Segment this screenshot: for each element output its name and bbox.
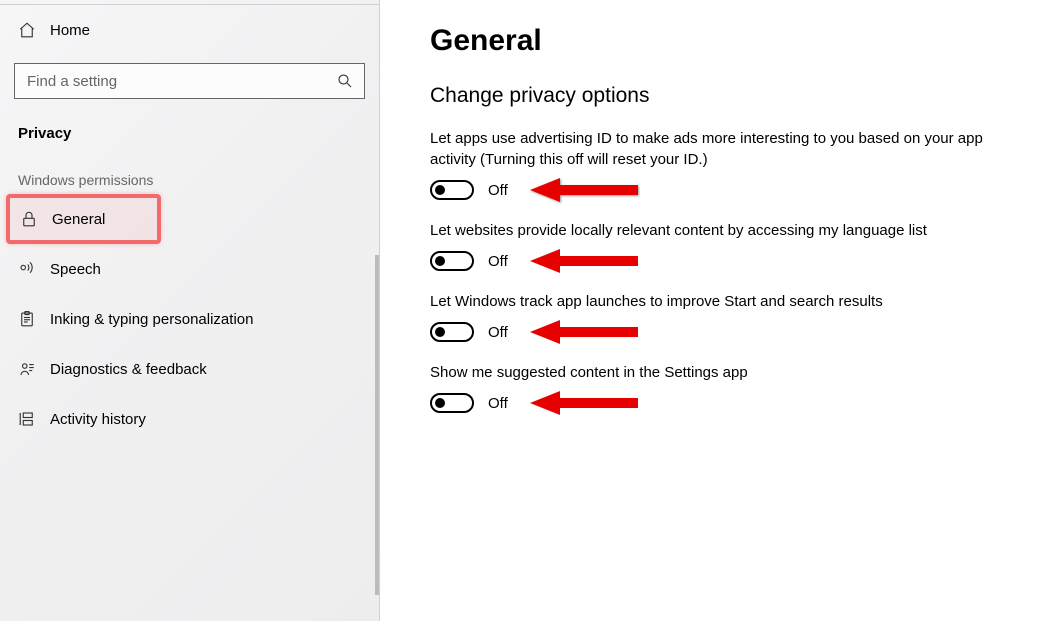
home-icon (18, 21, 36, 39)
toggle-suggested-content[interactable] (430, 393, 474, 413)
sidebar-item-general[interactable]: General (10, 198, 157, 240)
search-input-container[interactable] (14, 63, 365, 99)
toggle-state-label: Off (488, 253, 508, 270)
activity-history-icon (18, 410, 36, 428)
sidebar-item-inking-label: Inking & typing personalization (50, 311, 253, 328)
setting-advertising-id: Let apps use advertising ID to make ads … (430, 128, 1010, 200)
speech-icon (18, 260, 36, 278)
selected-highlight: General (6, 194, 161, 244)
setting-desc: Let apps use advertising ID to make ads … (430, 128, 1010, 170)
clipboard-icon (18, 310, 36, 328)
sidebar-item-home[interactable]: Home (0, 5, 379, 55)
toggle-state-label: Off (488, 182, 508, 199)
page-title: General (430, 24, 1026, 58)
annotation-arrow-icon (530, 246, 640, 276)
setting-desc: Let Windows track app launches to improv… (430, 291, 1010, 312)
sidebar-item-inking[interactable]: Inking & typing personalization (0, 294, 379, 344)
sidebar-item-activity[interactable]: Activity history (0, 394, 379, 444)
toggle-language-list[interactable] (430, 251, 474, 271)
sidebar-item-activity-label: Activity history (50, 411, 146, 428)
sidebar-item-general-label: General (52, 211, 105, 228)
sidebar-item-diagnostics-label: Diagnostics & feedback (50, 361, 207, 378)
search-input[interactable] (25, 72, 336, 91)
sidebar-category-title: Privacy (0, 107, 379, 152)
annotation-arrow-icon (530, 175, 640, 205)
sidebar-item-speech[interactable]: Speech (0, 244, 379, 294)
main-content: General Change privacy options Let apps … (380, 0, 1062, 621)
sidebar-home-label: Home (50, 22, 90, 39)
setting-track-launches: Let Windows track app launches to improv… (430, 291, 1010, 342)
toggle-state-label: Off (488, 395, 508, 412)
toggle-track-launches[interactable] (430, 322, 474, 342)
feedback-icon (18, 360, 36, 378)
annotation-arrow-icon (530, 388, 640, 418)
toggle-advertising-id[interactable] (430, 180, 474, 200)
setting-desc: Show me suggested content in the Setting… (430, 362, 1010, 383)
lock-icon (20, 210, 38, 228)
sidebar: Home Privacy Windows permissions General (0, 0, 380, 621)
annotation-arrow-icon (530, 317, 640, 347)
sidebar-item-diagnostics[interactable]: Diagnostics & feedback (0, 344, 379, 394)
sidebar-item-speech-label: Speech (50, 261, 101, 278)
setting-suggested-content: Show me suggested content in the Setting… (430, 362, 1010, 413)
page-subtitle: Change privacy options (430, 84, 1026, 108)
sidebar-group-label: Windows permissions (0, 152, 379, 194)
setting-language-list: Let websites provide locally relevant co… (430, 220, 1010, 271)
search-icon (336, 72, 354, 90)
sidebar-scrollbar[interactable] (375, 255, 379, 595)
setting-desc: Let websites provide locally relevant co… (430, 220, 1010, 241)
toggle-state-label: Off (488, 324, 508, 341)
